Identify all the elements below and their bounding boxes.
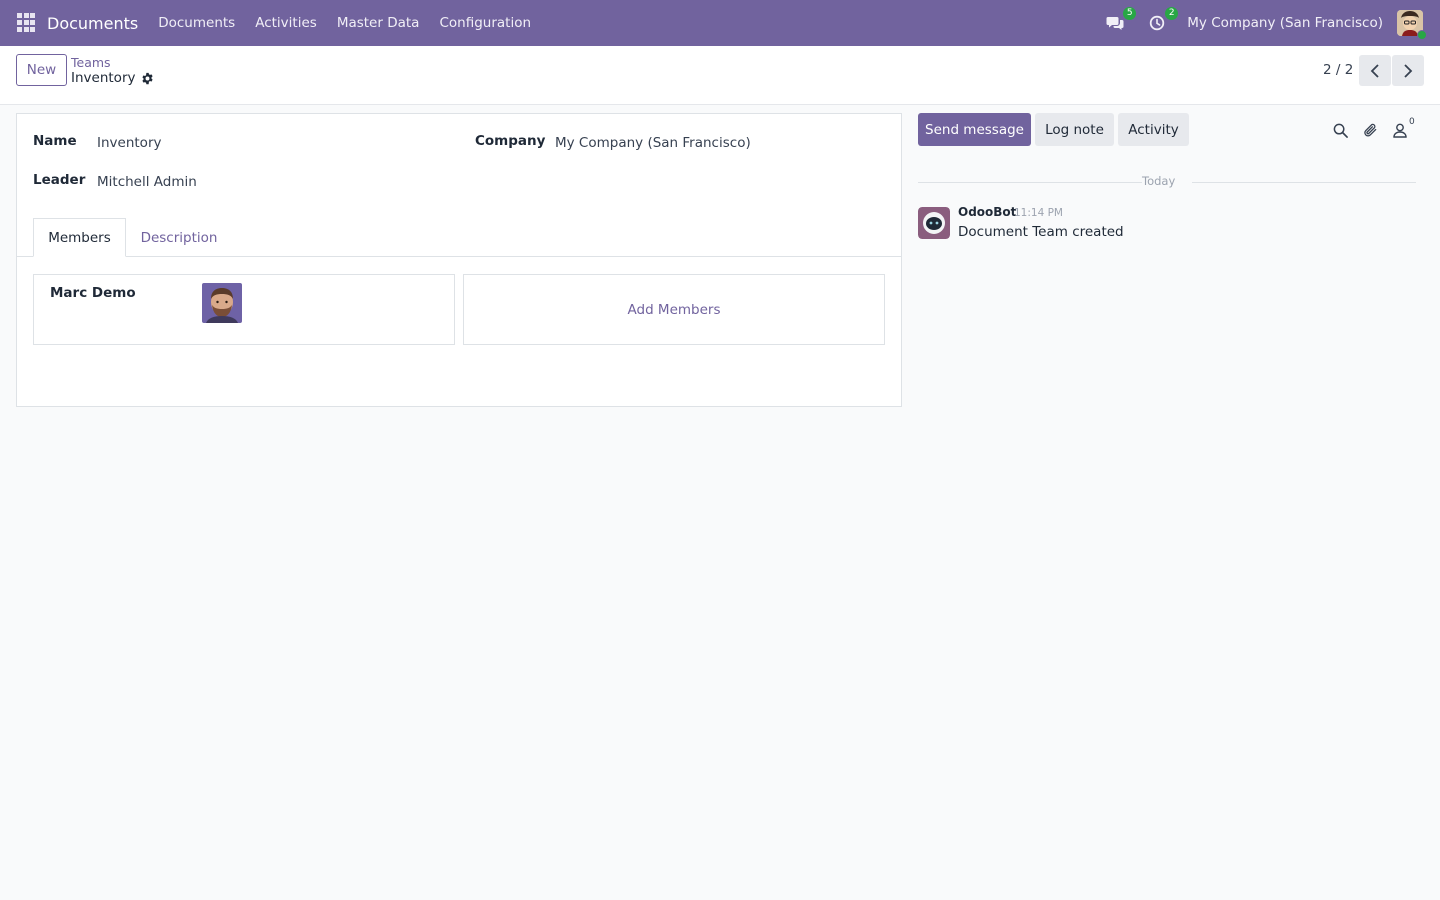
- activity-button[interactable]: Activity: [1118, 113, 1189, 146]
- date-separator: Today: [918, 173, 1416, 191]
- app-brand[interactable]: Documents: [47, 14, 138, 33]
- paperclip-icon: [1363, 123, 1376, 137]
- gear-icon[interactable]: [141, 72, 154, 85]
- clock-icon: [1150, 15, 1165, 31]
- pager-next-button[interactable]: [1392, 55, 1424, 86]
- log-note-button[interactable]: Log note: [1035, 113, 1114, 146]
- control-panel: New Teams Inventory 2 / 2: [0, 46, 1440, 105]
- messages-count-badge: 5: [1123, 7, 1137, 20]
- name-label: Name: [33, 133, 77, 149]
- chevron-right-icon: [1404, 63, 1413, 78]
- search-messages-button[interactable]: [1330, 120, 1350, 140]
- search-icon: [1333, 123, 1348, 138]
- main-menu: Documents Activities Master Data Configu…: [148, 0, 541, 46]
- tab-description[interactable]: Description: [141, 218, 218, 257]
- activities-button[interactable]: 2: [1145, 7, 1179, 35]
- followers-button[interactable]: [1390, 120, 1410, 140]
- activities-count-badge: 2: [1165, 7, 1179, 20]
- online-status-dot: [1417, 30, 1427, 40]
- record-title: Inventory: [71, 70, 136, 86]
- pager-value[interactable]: 2 / 2: [1323, 62, 1353, 78]
- messages-button[interactable]: 5: [1103, 7, 1137, 35]
- menu-item-activities[interactable]: Activities: [245, 0, 327, 46]
- user-icon: [1393, 123, 1407, 138]
- tab-members[interactable]: Members: [33, 218, 126, 257]
- menu-item-documents[interactable]: Documents: [148, 0, 245, 46]
- date-separator-label: Today: [1142, 174, 1176, 188]
- apps-menu-icon[interactable]: [17, 13, 37, 33]
- message-time: 11:14 PM: [1014, 207, 1063, 219]
- date-separator-line-right: [1192, 182, 1416, 183]
- attachments-button[interactable]: [1360, 120, 1380, 140]
- message-body: Document Team created: [958, 224, 1124, 240]
- menu-item-master-data[interactable]: Master Data: [327, 0, 430, 46]
- new-record-button[interactable]: New: [16, 54, 67, 86]
- chevron-left-icon: [1370, 63, 1379, 78]
- company-label: Company: [475, 133, 546, 149]
- top-navbar: Documents Documents Activities Master Da…: [0, 0, 1440, 46]
- navbar-systray: 5 2 My Company (San Francisco): [1103, 0, 1440, 46]
- date-separator-line-left: [918, 182, 1142, 183]
- send-message-button[interactable]: Send message: [918, 113, 1031, 146]
- form-sheet: Name Inventory Leader Mitchell Admin Com…: [16, 113, 902, 407]
- breadcrumb-current: Inventory: [71, 70, 154, 86]
- leader-label: Leader: [33, 172, 86, 188]
- company-switcher[interactable]: My Company (San Francisco): [1187, 15, 1383, 31]
- followers-count: 0: [1409, 117, 1415, 127]
- chat-bubbles-icon: [1106, 17, 1124, 30]
- name-field[interactable]: Inventory: [97, 135, 161, 151]
- member-avatar: [202, 283, 242, 323]
- robot-icon: [918, 207, 950, 239]
- user-avatar[interactable]: [1397, 10, 1427, 40]
- leader-field[interactable]: Mitchell Admin: [97, 174, 197, 190]
- member-card[interactable]: Marc Demo: [33, 274, 455, 345]
- pager-previous-button[interactable]: [1359, 55, 1391, 86]
- breadcrumb-teams-link[interactable]: Teams: [71, 55, 111, 70]
- member-name: Marc Demo: [50, 285, 136, 301]
- odoobot-avatar[interactable]: [918, 207, 950, 239]
- menu-item-configuration[interactable]: Configuration: [429, 0, 541, 46]
- add-members-button[interactable]: Add Members: [463, 274, 885, 345]
- company-field[interactable]: My Company (San Francisco): [555, 135, 751, 151]
- member-face-icon: [202, 283, 242, 323]
- message-author[interactable]: OdooBot: [958, 205, 1016, 219]
